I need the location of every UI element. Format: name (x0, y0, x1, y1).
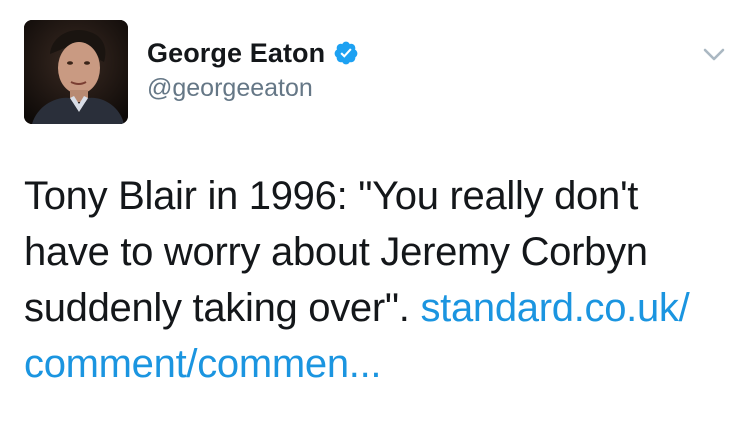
avatar[interactable] (24, 20, 128, 124)
user-handle[interactable]: @georgeeaton (147, 74, 359, 103)
name-row: George Eaton (147, 36, 359, 70)
chevron-down-icon[interactable] (700, 44, 728, 64)
tweet-card: George Eaton @georgeeaton Tony Blair in … (0, 0, 749, 427)
verified-badge-icon (333, 40, 359, 66)
user-info: George Eaton @georgeeaton (147, 36, 359, 103)
tweet-text: Tony Blair in 1996: "You really don't ha… (24, 168, 724, 392)
display-name[interactable]: George Eaton (147, 38, 325, 69)
